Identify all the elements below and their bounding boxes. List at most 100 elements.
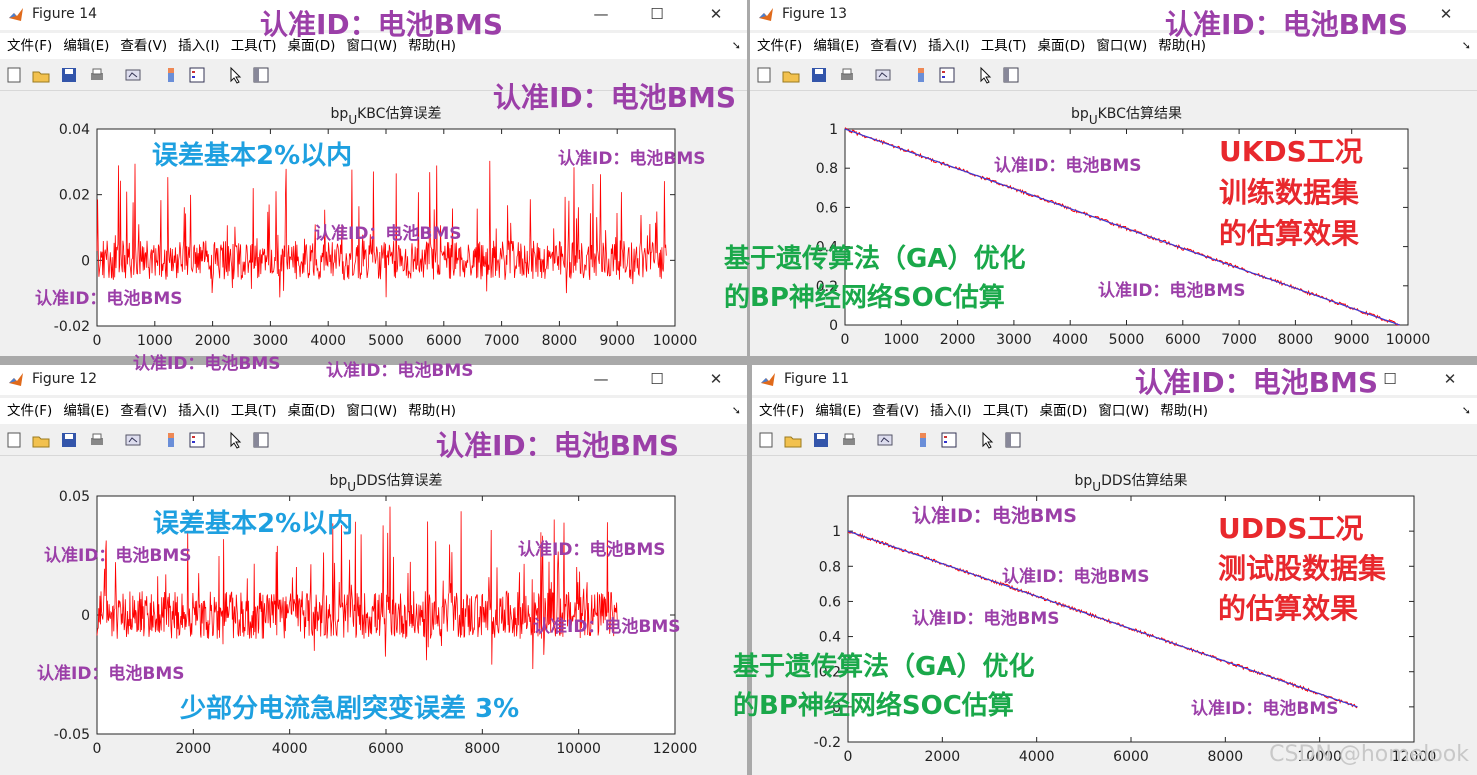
menu-edit[interactable]: 编辑(E)	[56, 398, 109, 424]
close-button[interactable]: ✕	[1438, 368, 1462, 390]
x-tick-label: 3000	[253, 333, 289, 349]
x-tick-label: 10000	[1386, 332, 1431, 348]
open-folder-icon[interactable]	[782, 66, 800, 84]
menu-insert[interactable]: 插入(I)	[923, 398, 972, 424]
x-tick-label: 7000	[484, 333, 520, 349]
x-tick-label: 4000	[310, 333, 346, 349]
menu-view[interactable]: 查看(V)	[113, 398, 167, 424]
matlab-icon	[9, 8, 23, 21]
open-folder-icon[interactable]	[32, 431, 50, 449]
y-tick-label: 1	[832, 524, 841, 540]
print-icon[interactable]	[88, 66, 106, 84]
new-file-icon[interactable]	[5, 431, 23, 449]
open-folder-icon[interactable]	[784, 431, 802, 449]
property-editor-icon[interactable]	[1002, 66, 1020, 84]
menu-desktop[interactable]: 桌面(D)	[280, 398, 335, 424]
menu-edit[interactable]: 编辑(E)	[56, 33, 109, 59]
y-tick-label: 0	[81, 253, 90, 269]
menu-edit[interactable]: 编辑(E)	[808, 398, 861, 424]
menu-window[interactable]: 窗口(W)	[1089, 33, 1147, 59]
save-icon[interactable]	[812, 431, 830, 449]
menu-insert[interactable]: 插入(I)	[171, 33, 220, 59]
menu-window[interactable]: 窗口(W)	[339, 398, 397, 424]
menu-tools[interactable]: 工具(T)	[974, 33, 1027, 59]
matlab-icon	[759, 8, 773, 21]
open-folder-icon[interactable]	[32, 66, 50, 84]
dataset-note: 测试股数据集	[1218, 552, 1387, 585]
property-editor-icon[interactable]	[252, 66, 270, 84]
maximize-button[interactable]: ☐	[645, 3, 669, 25]
x-tick-label: 10000	[556, 741, 601, 757]
link-figure-icon[interactable]	[124, 431, 142, 449]
maximize-button[interactable]: ☐	[1378, 368, 1402, 390]
y-tick-label: 0	[81, 608, 90, 624]
menu-file[interactable]: 文件(F)	[752, 398, 804, 424]
new-file-icon[interactable]	[5, 66, 23, 84]
watermark: 认准ID：电池BMS	[912, 505, 1077, 527]
dock-arrow-icon[interactable]: ➘	[1462, 404, 1471, 417]
print-icon[interactable]	[838, 66, 856, 84]
estimate-plot[interactable]: bpUKBC估算结果 0 1000 2000 3000 4000 5000 6000 7000 8…	[750, 91, 1477, 356]
menu-desktop[interactable]: 桌面(D)	[1030, 33, 1085, 59]
menu-view[interactable]: 查看(V)	[113, 33, 167, 59]
error-note: 误差基本2%以内	[152, 141, 353, 171]
watermark: 认准ID：电池BMS	[518, 540, 666, 560]
colorbar-icon[interactable]	[162, 66, 180, 84]
x-tick-label: 1000	[137, 333, 173, 349]
menu-edit[interactable]: 编辑(E)	[806, 33, 859, 59]
new-file-icon[interactable]	[755, 66, 773, 84]
toolbar	[752, 427, 1477, 456]
close-button[interactable]: ✕	[704, 3, 728, 25]
save-icon[interactable]	[810, 66, 828, 84]
estimate-plot[interactable]: bpUDDS估算结果0 2000 4000 6000 8000 10000 12000-0.…	[752, 456, 1477, 775]
minimize-button[interactable]: —	[589, 368, 613, 390]
menu-file[interactable]: 文件(F)	[750, 33, 802, 59]
pointer-icon[interactable]	[226, 66, 244, 84]
menu-help[interactable]: 帮助(H)	[1153, 398, 1208, 424]
property-editor-icon[interactable]	[252, 431, 270, 449]
menu-desktop[interactable]: 桌面(D)	[1032, 398, 1087, 424]
method-note: 的BP神经网络SOC估算	[724, 283, 1005, 313]
menu-file[interactable]: 文件(F)	[0, 33, 52, 59]
menu-insert[interactable]: 插入(I)	[171, 398, 220, 424]
save-icon[interactable]	[60, 431, 78, 449]
menu-help[interactable]: 帮助(H)	[401, 398, 456, 424]
watermark: 认准ID：电池BMS	[44, 546, 192, 566]
save-icon[interactable]	[60, 66, 78, 84]
pointer-icon[interactable]	[976, 66, 994, 84]
menu-view[interactable]: 查看(V)	[863, 33, 917, 59]
menu-insert[interactable]: 插入(I)	[921, 33, 970, 59]
colorbar-icon[interactable]	[162, 431, 180, 449]
watermark: 认准ID：电池BMS	[1135, 366, 1379, 399]
link-figure-icon[interactable]	[876, 431, 894, 449]
link-figure-icon[interactable]	[124, 66, 142, 84]
dock-arrow-icon[interactable]: ➘	[732, 39, 741, 52]
close-button[interactable]: ✕	[1434, 3, 1458, 25]
dock-arrow-icon[interactable]: ➘	[1462, 39, 1471, 52]
menu-view[interactable]: 查看(V)	[865, 398, 919, 424]
print-icon[interactable]	[840, 431, 858, 449]
minimize-button[interactable]: —	[589, 3, 613, 25]
legend-icon[interactable]	[938, 66, 956, 84]
legend-icon[interactable]	[940, 431, 958, 449]
pointer-icon[interactable]	[226, 431, 244, 449]
new-file-icon[interactable]	[757, 431, 775, 449]
window-title: Figure 13	[782, 6, 848, 22]
colorbar-icon[interactable]	[912, 66, 930, 84]
pointer-icon[interactable]	[978, 431, 996, 449]
print-icon[interactable]	[88, 431, 106, 449]
x-tick-label: 4000	[1052, 332, 1088, 348]
property-editor-icon[interactable]	[1004, 431, 1022, 449]
menu-tools[interactable]: 工具(T)	[976, 398, 1029, 424]
legend-icon[interactable]	[188, 66, 206, 84]
close-button[interactable]: ✕	[704, 368, 728, 390]
dock-arrow-icon[interactable]: ➘	[732, 404, 741, 417]
menu-window[interactable]: 窗口(W)	[1091, 398, 1149, 424]
legend-icon[interactable]	[188, 431, 206, 449]
menu-tools[interactable]: 工具(T)	[224, 398, 277, 424]
link-figure-icon[interactable]	[874, 66, 892, 84]
maximize-button[interactable]: ☐	[645, 368, 669, 390]
menu-file[interactable]: 文件(F)	[0, 398, 52, 424]
y-tick-label: 0.02	[59, 188, 90, 204]
colorbar-icon[interactable]	[914, 431, 932, 449]
